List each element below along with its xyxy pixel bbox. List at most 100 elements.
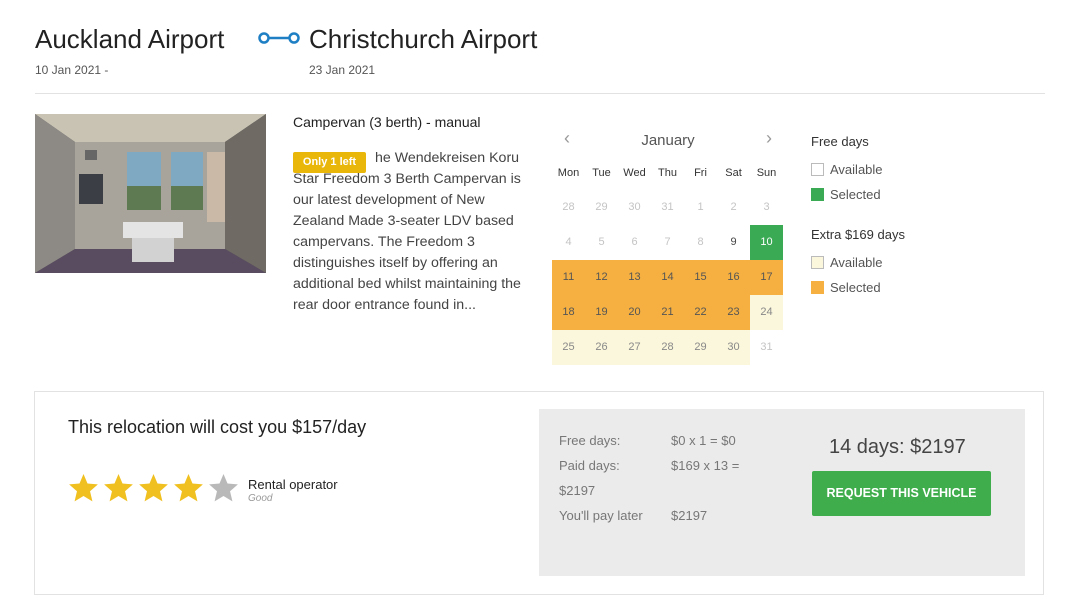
calendar-day[interactable]: 30 [717, 330, 750, 365]
calendar-day[interactable]: 17 [750, 260, 783, 295]
destination-name: Christchurch Airport [309, 24, 538, 54]
calendar-weekday: Mon [557, 167, 580, 179]
calendar-day[interactable]: 18 [552, 295, 585, 330]
star-filled-icon [69, 474, 98, 502]
calendar-day: 5 [598, 236, 605, 248]
calendar-day: 7 [664, 236, 671, 248]
date-calendar: ‹ January › Mon Tue Wed Thu Fri Sat Sun 28 29 30… [552, 126, 784, 365]
legend-swatch [811, 281, 824, 294]
free-days-label: Free days: [559, 433, 621, 448]
calendar-day[interactable]: 26 [585, 330, 618, 365]
vehicle-title[interactable]: Campervan (3 berth) - manual [293, 114, 481, 130]
legend-label: Available [830, 162, 883, 177]
paid-days-value: $169 x 13 = [671, 458, 740, 473]
calendar-day: 3 [763, 201, 770, 213]
calendar-weekday: Sun [756, 167, 777, 179]
route-connector-icon [258, 32, 300, 44]
header-divider [35, 93, 1045, 94]
paid-days-total: $2197 [559, 483, 596, 498]
legend-swatch [811, 188, 824, 201]
calendar-day[interactable]: 9 [717, 225, 750, 260]
calendar-day: 28 [562, 201, 575, 213]
calendar-day: 6 [631, 236, 638, 248]
legend-free-title: Free days [811, 134, 869, 149]
calendar-month: January [641, 132, 695, 149]
star-filled-icon [104, 474, 133, 502]
calendar-day[interactable]: 23 [717, 295, 750, 330]
calendar-day[interactable]: 15 [684, 260, 717, 295]
legend-swatch [811, 256, 824, 269]
calendar-day[interactable]: 24 [750, 295, 783, 330]
calendar-weekday: Sat [725, 167, 742, 179]
legend-label: Selected [830, 187, 881, 202]
calendar-day[interactable]: 28 [651, 330, 684, 365]
operator-rating-stars [66, 472, 241, 504]
calendar-day: 29 [595, 201, 608, 213]
calendar-weekday: Tue [592, 167, 611, 179]
calendar-weekday: Thu [658, 167, 677, 179]
vehicle-description: he Wendekreisen Koru Star Freedom 3 Bert… [293, 148, 529, 316]
vehicle-photo[interactable] [35, 114, 266, 273]
calendar-day[interactable]: 11 [552, 260, 585, 295]
calendar-day[interactable]: 14 [651, 260, 684, 295]
calendar-day: 1 [697, 201, 704, 213]
legend-extra-title: Extra $169 days [811, 227, 905, 242]
legend-label: Available [830, 255, 883, 270]
operator-label: Rental operator [248, 477, 338, 492]
vehicle-description-text: he Wendekreisen Koru Star Freedom 3 Bert… [293, 150, 521, 313]
legend-free-available: Available [811, 157, 1011, 182]
calendar-weekday: Fri [694, 167, 707, 179]
legend-extra-selected: Selected [811, 275, 1011, 300]
calendar-day: 30 [628, 201, 641, 213]
legend-swatch [811, 163, 824, 176]
calendar-day[interactable]: 20 [618, 295, 651, 330]
calendar-day[interactable]: 16 [717, 260, 750, 295]
route-header: Auckland Airport Christchurch Airport 10… [35, 24, 1045, 84]
star-filled-icon [139, 474, 168, 502]
calendar-weekdays: Mon Tue Wed Thu Fri Sat Sun [552, 156, 784, 190]
calendar-legend: Free days Available Selected Extra $169 … [811, 134, 1011, 300]
calendar-day: 8 [697, 236, 704, 248]
calendar-day: 31 [760, 341, 773, 353]
legend-extra-group: Extra $169 days Available Selected [811, 227, 1011, 300]
calendar-day[interactable]: 29 [684, 330, 717, 365]
calendar-week: 11 12 13 14 15 16 17 [552, 260, 784, 295]
calendar-day[interactable]: 25 [552, 330, 585, 365]
calendar-day[interactable]: 21 [651, 295, 684, 330]
cost-panel: This relocation will cost you $157/day R… [34, 391, 1044, 595]
chevron-right-icon[interactable]: › [766, 128, 772, 149]
calendar-day[interactable]: 12 [585, 260, 618, 295]
calendar-day[interactable]: 19 [585, 295, 618, 330]
pay-later-label: You'll pay later [559, 508, 643, 523]
cost-title: This relocation will cost you $157/day [68, 417, 367, 437]
calendar-day[interactable]: 22 [684, 295, 717, 330]
calendar-day[interactable]: 10 [750, 225, 783, 260]
calendar-day[interactable]: 27 [618, 330, 651, 365]
pay-later-value: $2197 [671, 508, 708, 523]
free-days-value: $0 x 1 = $0 [671, 433, 736, 448]
total-price: 14 days: $2197 [829, 436, 966, 458]
legend-free-selected: Selected [811, 182, 1011, 207]
calendar-day: 31 [661, 201, 674, 213]
calendar-grid: 28 29 30 31 1 2 3 4 5 6 7 8 9 10 11 12 13 14 15 16 17 18 19 20 2… [552, 190, 784, 365]
calendar-day[interactable]: 13 [618, 260, 651, 295]
calendar-week: 18 19 20 21 22 23 24 [552, 295, 784, 330]
calendar-weekday: Wed [623, 167, 646, 179]
calendar-week: 25 26 27 28 29 30 31 [552, 330, 784, 365]
price-summary: Free days: $0 x 1 = $0 Paid days: $169 x… [539, 409, 1025, 576]
request-vehicle-button[interactable]: REQUEST THIS VEHICLE [812, 471, 991, 516]
operator-rating-text: Good [248, 493, 273, 504]
calendar-week: 4 5 6 7 8 9 10 [552, 225, 784, 260]
legend-extra-available: Available [811, 250, 1011, 275]
legend-label: Selected [830, 280, 881, 295]
paid-days-label: Paid days: [559, 458, 620, 473]
origin-name: Auckland Airport [35, 24, 225, 54]
star-empty-icon [209, 474, 238, 502]
star-filled-icon [174, 474, 203, 502]
calendar-day: 4 [565, 236, 572, 248]
dropoff-date: 23 Jan 2021 [309, 63, 376, 77]
pickup-date: 10 Jan 2021 - [35, 63, 109, 77]
calendar-week: 28 29 30 31 1 2 3 [552, 190, 784, 225]
calendar-day: 2 [730, 201, 737, 213]
calendar-header: ‹ January › [552, 126, 784, 156]
